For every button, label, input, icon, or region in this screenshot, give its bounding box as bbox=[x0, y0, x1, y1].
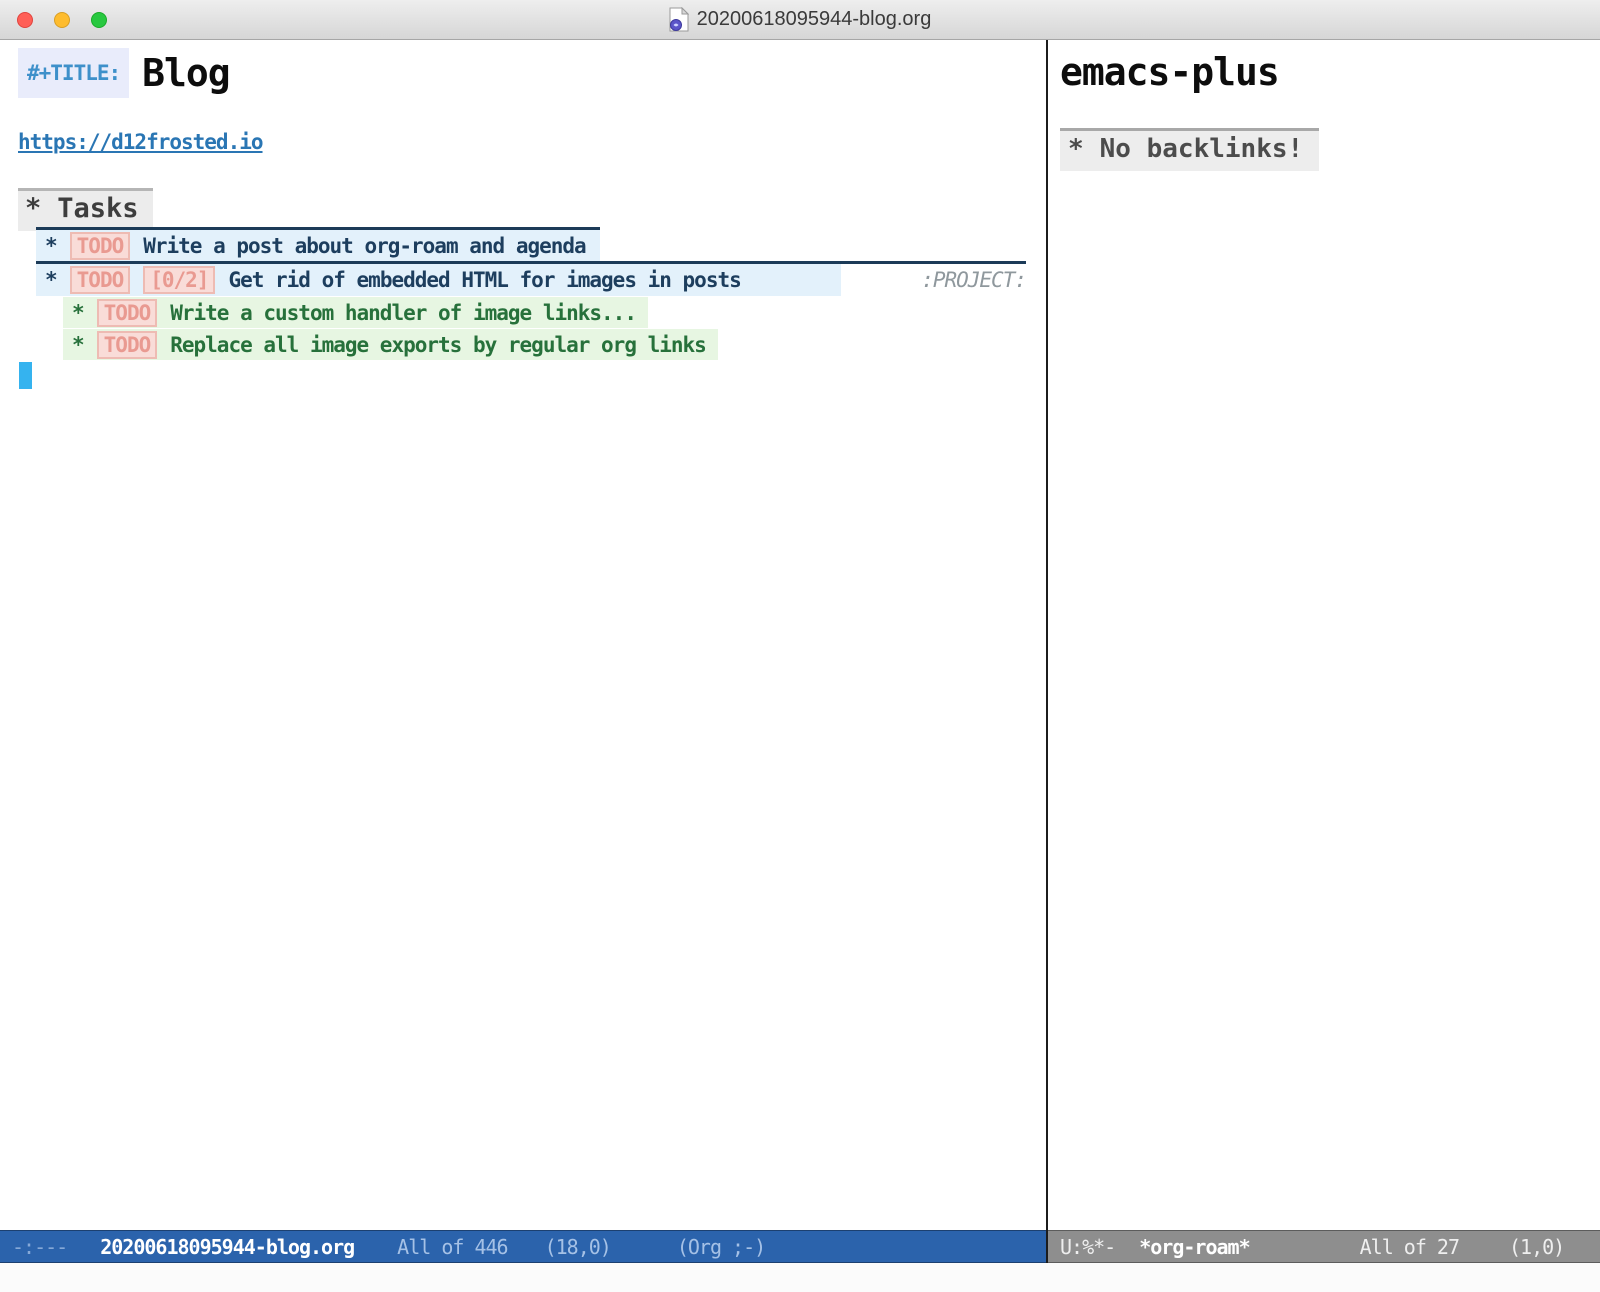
org-hyperlink[interactable]: https://d12frosted.io bbox=[18, 130, 263, 154]
modeline-buffer-name[interactable]: *org-roam* bbox=[1139, 1235, 1249, 1259]
heading-star: * bbox=[25, 193, 41, 224]
emacs-window: 20200618095944-blog.org #+TITLE: Blog ht… bbox=[0, 0, 1600, 1292]
todo-keyword[interactable]: TODO bbox=[70, 266, 131, 294]
todo-keyword[interactable]: TODO bbox=[97, 331, 158, 359]
heading-star: * bbox=[45, 268, 57, 292]
modeline-flags: U:%*- bbox=[1060, 1235, 1115, 1259]
modeline-org-file: -:--- 20200618095944-blog.org All of 446… bbox=[0, 1230, 1046, 1263]
org-title-keyword: #+TITLE: bbox=[18, 48, 129, 98]
heading-star: * bbox=[1068, 134, 1084, 164]
window-title: 20200618095944-blog.org bbox=[697, 8, 932, 31]
text-cursor bbox=[19, 362, 32, 389]
close-button[interactable] bbox=[17, 12, 33, 28]
todo-title: Write a post about org-roam and agenda bbox=[143, 234, 585, 258]
zoom-button[interactable] bbox=[91, 12, 107, 28]
todo-keyword[interactable]: TODO bbox=[70, 232, 131, 260]
todo-keyword[interactable]: TODO bbox=[97, 299, 158, 327]
org-file-window: #+TITLE: Blog https://d12frosted.io * Ta… bbox=[0, 40, 1046, 1263]
document-icon bbox=[669, 7, 689, 32]
todo-heading-embedded-html[interactable]: * TODO [0/2] Get rid of embedded HTML fo… bbox=[36, 261, 1026, 296]
modeline-major-mode[interactable]: (Org ;-) bbox=[677, 1235, 765, 1259]
org-tag-project[interactable]: :PROJECT: bbox=[921, 268, 1026, 292]
minimize-button[interactable] bbox=[54, 12, 70, 28]
heading-tasks[interactable]: * Tasks bbox=[18, 188, 153, 231]
modeline-cursor-position: (18,0) bbox=[545, 1235, 611, 1259]
org-title-line: #+TITLE: Blog bbox=[18, 48, 230, 98]
todo-title: Replace all image exports by regular org… bbox=[170, 333, 706, 357]
modeline-buffer-name[interactable]: 20200618095944-blog.org bbox=[100, 1235, 354, 1259]
titlebar: 20200618095944-blog.org bbox=[0, 0, 1600, 40]
todo-title: Write a custom handler of image links... bbox=[170, 301, 636, 325]
heading-star: * bbox=[72, 333, 84, 357]
org-roam-window: emacs-plus * No backlinks! U:%*- *org-ro… bbox=[1048, 40, 1600, 1263]
frame-body: #+TITLE: Blog https://d12frosted.io * Ta… bbox=[0, 40, 1600, 1263]
modeline-flags: -:--- bbox=[12, 1235, 67, 1259]
heading-no-backlinks[interactable]: * No backlinks! bbox=[1060, 128, 1319, 171]
todo-title: Get rid of embedded HTML for images in p… bbox=[228, 268, 740, 292]
todo-progress-cookie[interactable]: [0/2] bbox=[143, 266, 215, 294]
todo-subheading-replace-exports[interactable]: * TODO Replace all image exports by regu… bbox=[63, 329, 718, 360]
heading-label: No backlinks! bbox=[1100, 134, 1304, 164]
heading-star: * bbox=[72, 301, 84, 325]
todo-heading-org-roam-agenda[interactable]: * TODO Write a post about org-roam and a… bbox=[36, 227, 600, 261]
modeline-scroll-position: All of 27 bbox=[1360, 1235, 1459, 1259]
heading-star: * bbox=[45, 234, 57, 258]
modeline-cursor-position: (1,0) bbox=[1509, 1235, 1564, 1259]
traffic-lights bbox=[17, 12, 107, 28]
modeline-scroll-position: All of 446 bbox=[397, 1235, 507, 1259]
echo-area[interactable] bbox=[0, 1263, 1600, 1292]
todo-heading-highlight: * TODO [0/2] Get rid of embedded HTML fo… bbox=[36, 264, 841, 296]
org-roam-note-title: emacs-plus bbox=[1060, 50, 1279, 94]
org-file-buffer[interactable]: #+TITLE: Blog https://d12frosted.io * Ta… bbox=[0, 40, 1046, 1230]
modeline-org-roam: U:%*- *org-roam* All of 27 (1,0) bbox=[1048, 1230, 1600, 1263]
window-title-group: 20200618095944-blog.org bbox=[669, 7, 932, 32]
page-title: Blog bbox=[142, 51, 230, 95]
todo-subheading-custom-handler[interactable]: * TODO Write a custom handler of image l… bbox=[63, 297, 648, 328]
heading-label: Tasks bbox=[57, 193, 138, 224]
org-roam-buffer[interactable]: emacs-plus * No backlinks! bbox=[1048, 40, 1600, 1230]
